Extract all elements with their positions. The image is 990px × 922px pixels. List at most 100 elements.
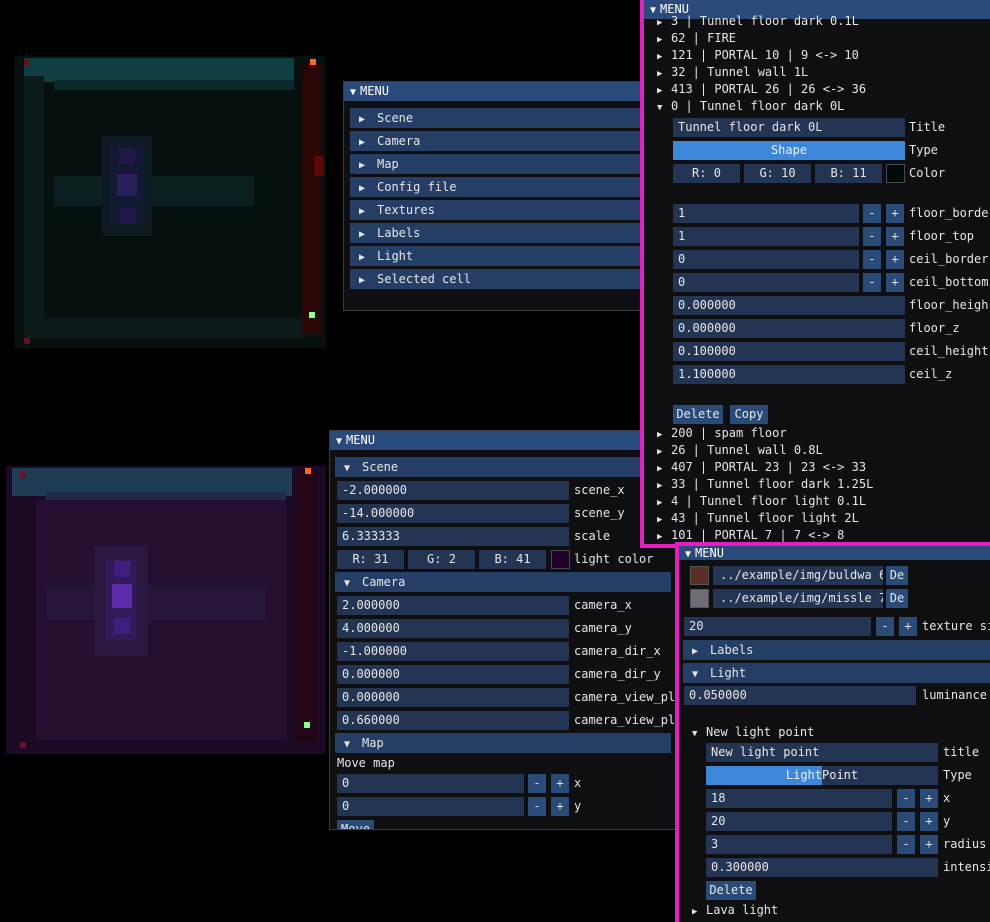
menu-titlebar[interactable]: ▼ MENU (344, 82, 642, 101)
tree-item[interactable]: ▶ 26 | Tunnel wall 0.8L (657, 442, 823, 459)
menu-window-light[interactable]: ▼ MENU ../example/img/buldwa 6 De ../exam… (675, 542, 990, 922)
light-color-b[interactable]: B: 41 (479, 550, 546, 569)
map-x-field[interactable]: 0 (337, 774, 524, 793)
floor-top-field[interactable]: 1 (673, 227, 859, 246)
light-x-increment-button[interactable]: + (920, 789, 938, 808)
ceil-bottom-increment-button[interactable]: + (886, 273, 904, 292)
delete-cell-button[interactable]: Delete (673, 405, 723, 424)
tree-item[interactable]: ▶ 4 | Tunnel floor light 0.1L (657, 493, 866, 510)
cell-color-swatch[interactable] (886, 164, 905, 183)
texture-delete-button[interactable]: De (886, 566, 908, 585)
header-textures[interactable]: ▶ Textures (350, 200, 642, 220)
tree-item[interactable]: ▶ 407 | PORTAL 23 | 23 <-> 33 (657, 459, 866, 476)
tree-item[interactable]: ▶ 32 | Tunnel wall 1L (657, 64, 808, 81)
ceil-height-field[interactable]: 0.100000 (673, 342, 905, 361)
menu-window-collapsed[interactable]: ▼ MENU ▶ Scene ▶ Camera ▶ Map ▶ Config file ▶… (343, 81, 643, 311)
collapse-arrow-icon[interactable]: ▼ (650, 5, 656, 16)
menu-titlebar[interactable]: ▼ MENU (679, 546, 990, 560)
collapse-arrow-icon[interactable]: ▼ (685, 549, 691, 560)
scene-y-field[interactable]: -14.000000 (337, 504, 569, 523)
ceil-border-increment-button[interactable]: + (886, 250, 904, 269)
camera-view-plane-y-field[interactable]: 0.660000 (337, 711, 569, 730)
header-light[interactable]: ▼ Light (683, 663, 990, 683)
scale-field[interactable]: 6.333333 (337, 527, 569, 546)
cell-type-slider[interactable]: Shape (673, 141, 905, 160)
tree-item[interactable]: ▶ 413 | PORTAL 26 | 26 <-> 36 (657, 81, 866, 98)
cell-title-field[interactable]: Tunnel floor dark 0L (673, 118, 905, 137)
light-type-slider[interactable]: LightPoint (706, 766, 938, 785)
texture-size-decrement-button[interactable]: - (876, 617, 894, 636)
camera-view-plane-x-field[interactable]: 0.000000 (337, 688, 569, 707)
light-color-swatch[interactable] (551, 550, 570, 569)
texture-path-field[interactable]: ../example/img/missle 7 (713, 589, 883, 608)
light-intensity-field[interactable]: 0.300000 (706, 858, 938, 877)
cell-color-g[interactable]: G: 10 (744, 164, 811, 183)
menu-window-scene[interactable]: ▼ MENU ▼ Scene -2.000000 scene_x -14.00000… (329, 430, 681, 830)
light-radius-decrement-button[interactable]: - (897, 835, 915, 854)
header-selected-cell[interactable]: ▶ Selected cell (350, 269, 642, 289)
light-radius-increment-button[interactable]: + (920, 835, 938, 854)
light-x-decrement-button[interactable]: - (897, 789, 915, 808)
ceil-bottom-decrement-button[interactable]: - (863, 273, 881, 292)
copy-cell-button[interactable]: Copy (730, 405, 768, 424)
floor-top-increment-button[interactable]: + (886, 227, 904, 246)
move-button[interactable]: Move (337, 820, 374, 829)
tree-item[interactable]: ▶ 33 | Tunnel floor dark 1.25L (657, 476, 873, 493)
tree-item[interactable]: ▶ 200 | spam floor (657, 425, 787, 442)
tree-item[interactable]: ▶ 43 | Tunnel floor light 2L (657, 510, 859, 527)
map-view-top[interactable] (14, 56, 326, 348)
ceil-border-field[interactable]: 0 (673, 250, 859, 269)
light-y-field[interactable]: 20 (706, 812, 892, 831)
tree-item-light-point[interactable]: ▼ New light point (692, 724, 814, 741)
floor-z-field[interactable]: 0.000000 (673, 319, 905, 338)
header-camera[interactable]: ▼ Camera (335, 572, 671, 592)
map-x-decrement-button[interactable]: - (528, 774, 546, 793)
texture-size-field[interactable]: 20 (684, 617, 871, 636)
map-y-decrement-button[interactable]: - (528, 797, 546, 816)
header-map[interactable]: ▼ Map (335, 733, 671, 753)
light-title-field[interactable]: New light point (706, 743, 938, 762)
header-scene[interactable]: ▼ Scene (335, 457, 671, 477)
floor-border-increment-button[interactable]: + (886, 204, 904, 223)
camera-dir-y-field[interactable]: 0.000000 (337, 665, 569, 684)
delete-light-button[interactable]: Delete (706, 881, 756, 900)
tree-item[interactable]: ▶ 3 | Tunnel floor dark 0.1L (657, 13, 859, 30)
tree-item[interactable]: ▶ 121 | PORTAL 10 | 9 <-> 10 (657, 47, 859, 64)
header-config-file[interactable]: ▶ Config file (350, 177, 642, 197)
light-color-g[interactable]: G: 2 (408, 550, 475, 569)
ceil-z-field[interactable]: 1.100000 (673, 365, 905, 384)
camera-dir-x-field[interactable]: -1.000000 (337, 642, 569, 661)
collapse-arrow-icon[interactable]: ▼ (350, 87, 356, 98)
light-y-increment-button[interactable]: + (920, 812, 938, 831)
texture-delete-button[interactable]: De (886, 589, 908, 608)
tree-item-lava-light[interactable]: ▶ Lava light (692, 902, 778, 919)
light-color-r[interactable]: R: 31 (337, 550, 404, 569)
tree-item[interactable]: ▶ 62 | FIRE (657, 30, 736, 47)
light-y-decrement-button[interactable]: - (897, 812, 915, 831)
ceil-bottom-field[interactable]: 0 (673, 273, 859, 292)
header-scene[interactable]: ▶ Scene (350, 108, 642, 128)
cell-color-b[interactable]: B: 11 (815, 164, 882, 183)
floor-border-decrement-button[interactable]: - (863, 204, 881, 223)
header-camera[interactable]: ▶ Camera (350, 131, 642, 151)
map-x-increment-button[interactable]: + (551, 774, 569, 793)
scene-x-field[interactable]: -2.000000 (337, 481, 569, 500)
texture-path-field[interactable]: ../example/img/buldwa 6 (713, 566, 883, 585)
camera-x-field[interactable]: 2.000000 (337, 596, 569, 615)
light-x-field[interactable]: 18 (706, 789, 892, 808)
cell-color-r[interactable]: R: 0 (673, 164, 740, 183)
header-labels[interactable]: ▶ Labels (350, 223, 642, 243)
map-y-field[interactable]: 0 (337, 797, 524, 816)
menu-window-cells[interactable]: ▼ MENU ▶ 3 | Tunnel floor dark 0.1L ▶ 62 | … (640, 0, 990, 548)
map-view-bottom[interactable] (6, 466, 326, 754)
luminance-field[interactable]: 0.050000 (684, 686, 916, 705)
floor-height-field[interactable]: 0.000000 (673, 296, 905, 315)
floor-top-decrement-button[interactable]: - (863, 227, 881, 246)
texture-size-increment-button[interactable]: + (899, 617, 917, 636)
collapse-arrow-icon[interactable]: ▼ (336, 436, 342, 447)
camera-y-field[interactable]: 4.000000 (337, 619, 569, 638)
ceil-border-decrement-button[interactable]: - (863, 250, 881, 269)
header-light[interactable]: ▶ Light (350, 246, 642, 266)
light-radius-field[interactable]: 3 (706, 835, 892, 854)
header-map[interactable]: ▶ Map (350, 154, 642, 174)
